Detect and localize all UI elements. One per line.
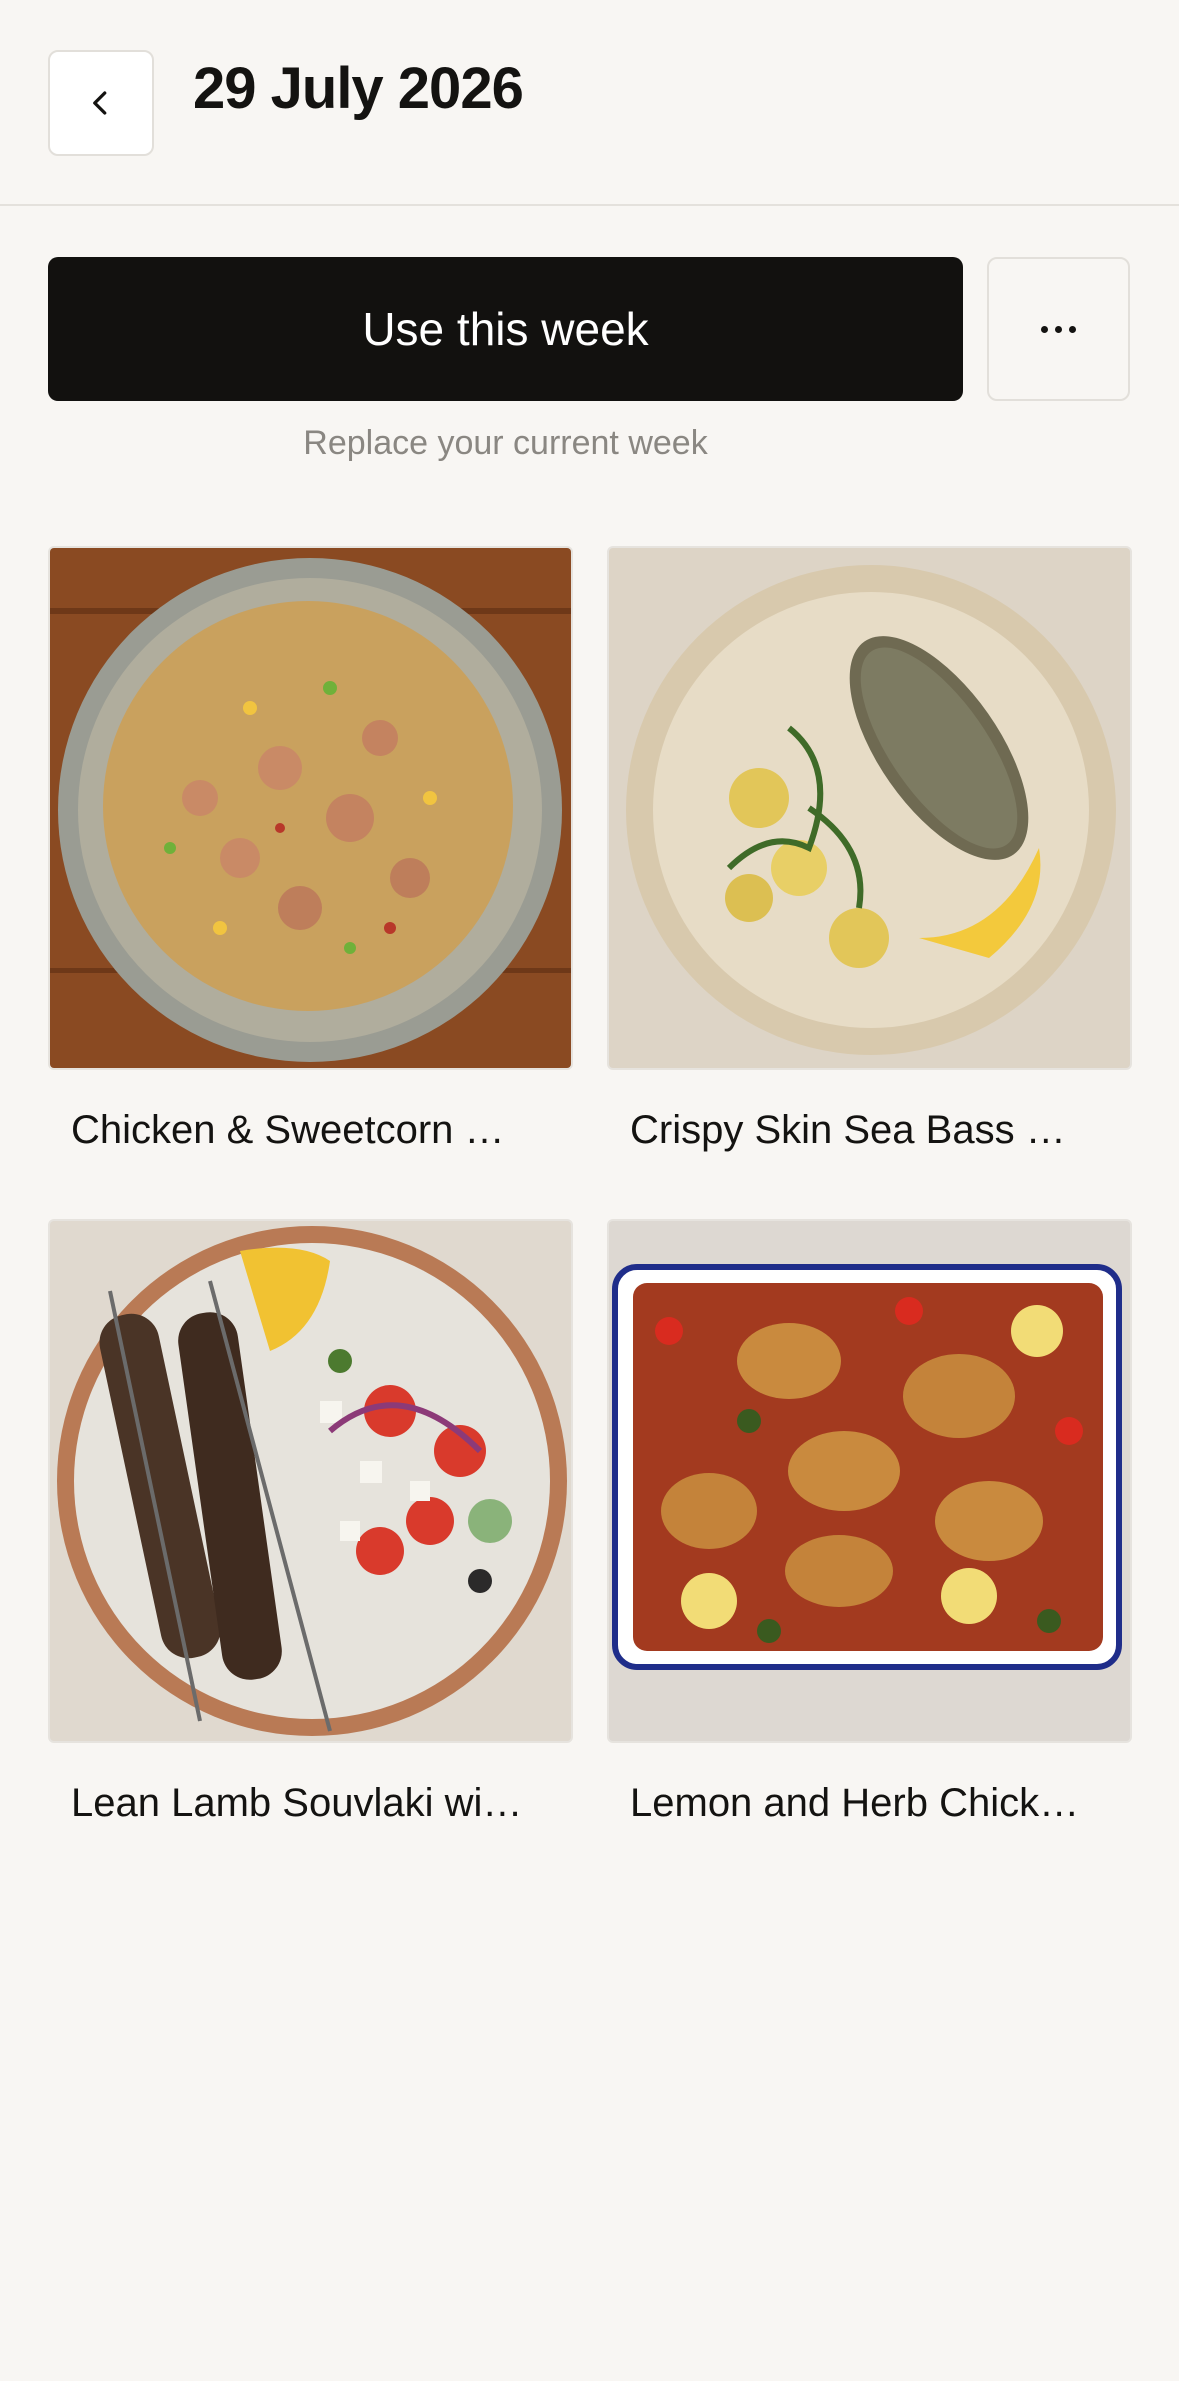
recipe-name: Chicken & Sweetcorn … (71, 1108, 505, 1152)
chevron-left-icon (93, 91, 107, 115)
use-this-week-button[interactable]: Use this week (48, 257, 963, 401)
recipe-name: Lean Lamb Souvlaki wi… (71, 1781, 523, 1825)
recipe-card[interactable]: Chicken & Sweetcorn … (48, 546, 573, 1154)
header-bar: 29 July 2026 (0, 0, 1179, 206)
more-horizontal-icon (1041, 325, 1076, 333)
recipe-name: Crispy Skin Sea Bass … (630, 1108, 1066, 1152)
recipe-card[interactable]: Crispy Skin Sea Bass … (607, 546, 1132, 1154)
recipe-image (48, 546, 573, 1070)
replace-week-hint: Replace your current week (303, 424, 708, 462)
recipe-name: Lemon and Herb Chick… (630, 1781, 1080, 1825)
recipe-image (48, 1219, 573, 1743)
more-options-button[interactable] (987, 257, 1130, 401)
recipe-card[interactable]: Lemon and Herb Chick… (607, 1219, 1132, 1827)
recipe-card[interactable]: Lean Lamb Souvlaki wi… (48, 1219, 573, 1827)
page-title: 29 July 2026 (193, 56, 524, 121)
recipe-image (607, 1219, 1132, 1743)
back-button[interactable] (48, 50, 154, 156)
recipe-image (607, 546, 1132, 1070)
